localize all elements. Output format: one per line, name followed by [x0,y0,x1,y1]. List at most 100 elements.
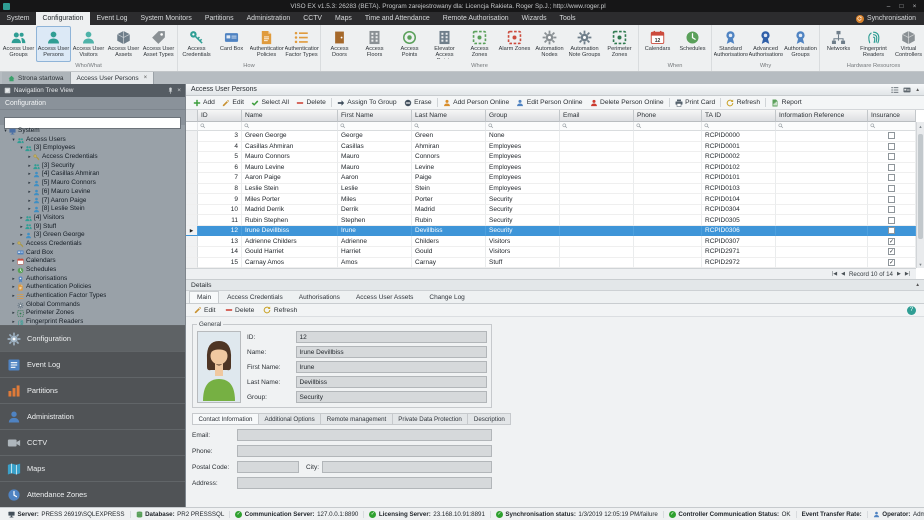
tree-expander-icon[interactable]: ▸ [10,266,17,275]
grid-column-header-id[interactable]: ID [198,110,242,122]
ribbon-button-access-user-visitors[interactable]: Access User Visitors [71,26,106,62]
table-row[interactable]: ▶12Irune DevillbissIruneDevillbissSecuri… [186,226,916,237]
scroll-down-icon[interactable]: ▼ [917,260,924,268]
grid-column-header-first-name[interactable]: First Name [338,110,412,122]
ribbon-button-access-floors[interactable]: Access Floors [357,26,392,62]
grid-column-header-email[interactable]: Email [560,110,634,122]
details-tab-authorisations[interactable]: Authorisations [291,291,348,303]
sidebar-close-icon[interactable]: × [177,87,181,94]
sidebar-item-cctv[interactable]: CCTV [0,429,185,455]
row-selector-cell[interactable] [186,258,198,268]
minimize-icon[interactable]: – [882,3,895,10]
insurance-checkbox[interactable]: ✓ [888,259,895,266]
record-prev-icon[interactable]: ◀ [841,271,845,277]
toolbar-button-erase[interactable]: Erase [400,97,435,109]
tree-item-4-visitors[interactable]: ▸[4] Visitors [0,214,185,223]
sidebar-item-administration[interactable]: Administration [0,403,185,429]
document-tab-access-user-persons[interactable]: Access User Persons× [71,72,155,84]
tree-item-5-mauro-connors[interactable]: ▸[5] Mauro Connors [0,179,185,188]
contact-field-value[interactable] [237,477,492,489]
insurance-checkbox[interactable] [888,206,895,213]
table-row[interactable]: 6Mauro LevineMauroLevineEmployeesRCPID01… [186,163,916,174]
details-subtab-description[interactable]: Description [468,413,511,425]
record-first-icon[interactable]: |◀ [832,271,837,277]
tree-item-authentication-policies[interactable]: ▸Authentication Policies [0,283,185,292]
table-row[interactable]: 7Aaron PaigeAaronPaigeEmployeesRCPID0101 [186,173,916,184]
filter-cell-last-name[interactable] [412,122,486,131]
ribbon-button-access-points[interactable]: Access Points [392,26,427,62]
details-toolbar-delete[interactable]: Delete [221,304,258,316]
ribbon-button-automation-note-groups[interactable]: Automation Note Groups [567,26,602,62]
ribbon-button-authorisation-groups[interactable]: Authorisation Groups [783,26,818,62]
ribbon-button-schedules[interactable]: Schedules [675,26,710,62]
tree-expander-icon[interactable]: ▾ [2,127,9,136]
menu-tab-configuration[interactable]: Configuration [36,12,90,25]
toolbar-button-report[interactable]: Report [768,97,806,109]
ribbon-button-fingerprint-readers[interactable]: Fingerprint Readers [856,26,891,62]
toolbar-button-add-person-online[interactable]: Add Person Online [439,97,513,109]
grid-column-header-name[interactable]: Name [242,110,338,122]
row-selector-cell[interactable] [186,163,198,174]
row-selector-cell[interactable] [186,205,198,216]
tree-expander-icon[interactable]: ▸ [26,205,33,214]
field-value[interactable]: Irune Devillbiss [296,346,487,358]
tree-item-3-employees[interactable]: ▾[3] Employees [0,144,185,153]
row-selector-cell[interactable] [186,142,198,153]
details-toolbar-edit[interactable]: Edit [190,304,219,316]
tree-item-4-casillas-ahmiran[interactable]: ▸[4] Casillas Ahmiran [0,170,185,179]
ribbon-button-alarm-zones[interactable]: Alarm Zones [497,26,532,62]
table-row[interactable]: 11Rubin StephenStephenRubinSecurityRCPID… [186,215,916,226]
row-selector-cell[interactable] [186,184,198,195]
scrollbar-thumb[interactable] [918,134,923,239]
tree-expander-icon[interactable]: ▸ [26,153,33,162]
sidebar-item-maps[interactable]: Maps [0,455,185,481]
sidebar-item-configuration[interactable]: Configuration [0,325,185,351]
toolbar-button-assign-to-group[interactable]: Assign To Group [333,97,400,109]
record-last-icon[interactable]: ▶| [905,271,910,277]
details-subtab-contact-information[interactable]: Contact Information [192,413,259,425]
row-selector-cell[interactable]: ▶ [186,226,198,237]
ribbon-button-access-user-assets[interactable]: Access User Assets [106,26,141,62]
insurance-checkbox[interactable]: ✓ [888,248,895,255]
details-subtab-private-data-protection[interactable]: Private Data Protection [393,413,469,425]
insurance-checkbox[interactable] [888,164,895,171]
tree-item-6-mauro-levine[interactable]: ▸[6] Mauro Levine [0,188,185,197]
menu-tab-system-monitors[interactable]: System Monitors [134,12,198,25]
ribbon-button-perimeter-zones[interactable]: Perimeter Zones [602,26,637,62]
tree-expander-icon[interactable]: ▸ [18,231,25,240]
tree-expander-icon[interactable]: ▾ [18,144,25,153]
tree-item-access-credentials[interactable]: ▸Access Credentials [0,240,185,249]
grid-column-header-ta-id[interactable]: TA ID [702,110,776,122]
tree-expander-icon[interactable]: ▸ [10,240,17,249]
filter-cell-ta-id[interactable] [702,122,776,131]
row-selector-cell[interactable] [186,194,198,205]
tree-expander-icon[interactable]: ▸ [26,162,33,171]
grid-column-header-last-name[interactable]: Last Name [412,110,486,122]
details-tab-change-log[interactable]: Change Log [421,291,472,303]
tree-item-authorisations[interactable]: ▸Authorisations [0,275,185,284]
filter-cell-group[interactable] [486,122,560,131]
table-row[interactable]: 13Adrienne ChildersAdrienneChildersVisit… [186,236,916,247]
menu-tab-wizards[interactable]: Wizards [515,12,553,25]
contact-field-value[interactable] [237,461,299,473]
record-next-icon[interactable]: ▶ [897,271,901,277]
filter-cell-phone[interactable] [634,122,702,131]
contact-field-value[interactable] [322,461,492,473]
contact-field-value[interactable] [237,429,492,441]
tree-item-system[interactable]: ▾System [0,127,185,136]
menu-tab-system[interactable]: System [0,12,36,25]
sidebar-item-attendance-zones[interactable]: Attendance Zones [0,481,185,507]
toolbar-button-delete-person-online[interactable]: Delete Person Online [586,97,667,109]
ribbon-button-elevator-access-points[interactable]: Elevator Access Points [427,26,462,62]
tree-expander-icon[interactable]: ▸ [10,318,17,325]
ribbon-button-advanced-authorisations[interactable]: Advanced Authorisations [748,26,783,62]
row-selector-cell[interactable] [186,131,198,142]
tree-expander-icon[interactable]: ▸ [10,283,17,292]
tree-item-card-box[interactable]: Card Box [0,249,185,258]
row-selector-cell[interactable] [186,215,198,226]
tree-expander-icon[interactable]: ▸ [10,309,17,318]
insurance-checkbox[interactable] [888,132,895,139]
tree-item-3-security[interactable]: ▸[3] Security [0,162,185,171]
tree-item-7-aaron-paige[interactable]: ▸[7] Aaron Paige [0,197,185,206]
tree-expander-icon[interactable]: ▸ [10,292,17,301]
